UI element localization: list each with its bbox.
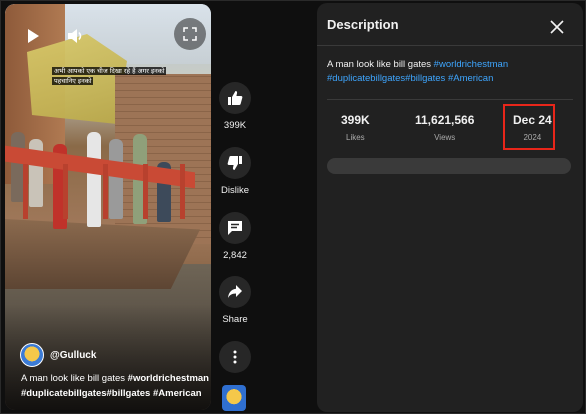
- hashtag-link[interactable]: #duplicatebillgates: [327, 73, 405, 84]
- date-highlight-box: [503, 104, 555, 150]
- stat-label: Likes: [346, 133, 365, 142]
- video-frame-person: [87, 132, 101, 227]
- share-icon: [228, 285, 242, 298]
- play-icon: [28, 29, 39, 43]
- channel-row[interactable]: @Gulluck: [20, 343, 96, 367]
- comments-button[interactable]: [219, 212, 251, 244]
- hashtag-link[interactable]: #worldrichestman: [434, 59, 508, 70]
- overlay-caption-line: अभी आपको एक चीज दिखा रहे हैं अगर इनको: [52, 67, 167, 75]
- like-count: 399K: [223, 120, 247, 131]
- more-action[interactable]: [217, 341, 253, 373]
- share-label: Share: [222, 314, 248, 325]
- more-vertical-icon: [233, 350, 237, 364]
- share-action[interactable]: Share: [217, 276, 253, 325]
- panel-title: Description: [327, 17, 399, 32]
- stat-views: 11,621,566 Views: [415, 113, 474, 142]
- description-text: A man look like bill gates #worldrichest…: [327, 58, 573, 86]
- description-panel: Description A man look like bill gates #…: [317, 3, 583, 412]
- stat-likes: 399K Likes: [341, 113, 370, 142]
- thumbs-down-icon: [227, 156, 242, 170]
- close-button[interactable]: [545, 15, 569, 39]
- thumbs-up-icon: [228, 91, 243, 105]
- close-icon: [550, 20, 564, 34]
- video-frame-railing-post: [23, 164, 28, 219]
- channel-name[interactable]: @Gulluck: [50, 350, 96, 361]
- video-frame-railing-post: [103, 164, 108, 219]
- description-body: A man look like bill gates: [327, 59, 434, 70]
- share-button[interactable]: [219, 276, 251, 308]
- like-button[interactable]: [219, 82, 251, 114]
- fullscreen-icon: [183, 27, 197, 41]
- like-action[interactable]: 399K: [217, 82, 253, 131]
- short-title[interactable]: A man look like bill gates #worldrichest…: [21, 371, 211, 401]
- dislike-button[interactable]: [219, 147, 251, 179]
- video-frame-person: [109, 139, 123, 219]
- volume-button[interactable]: [65, 26, 87, 46]
- video-frame-platform: [5, 219, 200, 289]
- more-options-button[interactable]: [219, 341, 251, 373]
- divider: [327, 99, 573, 100]
- volume-icon: [68, 29, 82, 43]
- comment-input-bar[interactable]: [327, 158, 571, 174]
- dislike-label: Dislike: [221, 185, 249, 196]
- channel-thumbnail[interactable]: [222, 385, 246, 411]
- play-button[interactable]: [23, 26, 43, 46]
- video-overlay-caption: अभी आपको एक चीज दिखा रहे हैं अगर इनको पह…: [52, 66, 192, 86]
- channel-avatar[interactable]: [20, 343, 44, 367]
- stat-value: 11,621,566: [415, 113, 475, 127]
- hashtag-link[interactable]: #billgates: [405, 73, 445, 84]
- overlay-caption-line: पहचानिए इनको: [52, 77, 94, 85]
- fullscreen-button[interactable]: [174, 18, 206, 50]
- description-panel-header: Description: [317, 3, 583, 46]
- video-frame-railing-post: [63, 164, 68, 219]
- comment-count: 2,842: [223, 250, 247, 261]
- short-title-text: A man look like bill gates: [21, 373, 128, 384]
- hashtag-link[interactable]: #American: [448, 73, 493, 84]
- video-frame-railing-post: [143, 164, 148, 219]
- comment-icon: [228, 221, 242, 235]
- dislike-action[interactable]: Dislike: [217, 147, 253, 196]
- stat-value: 399K: [341, 113, 370, 127]
- short-video-player[interactable]: अभी आपको एक चीज दिखा रहे हैं अगर इनको पह…: [5, 4, 211, 410]
- comments-action[interactable]: 2,842: [217, 212, 253, 261]
- video-frame-railing-post: [180, 164, 185, 219]
- stat-label: Views: [434, 133, 456, 142]
